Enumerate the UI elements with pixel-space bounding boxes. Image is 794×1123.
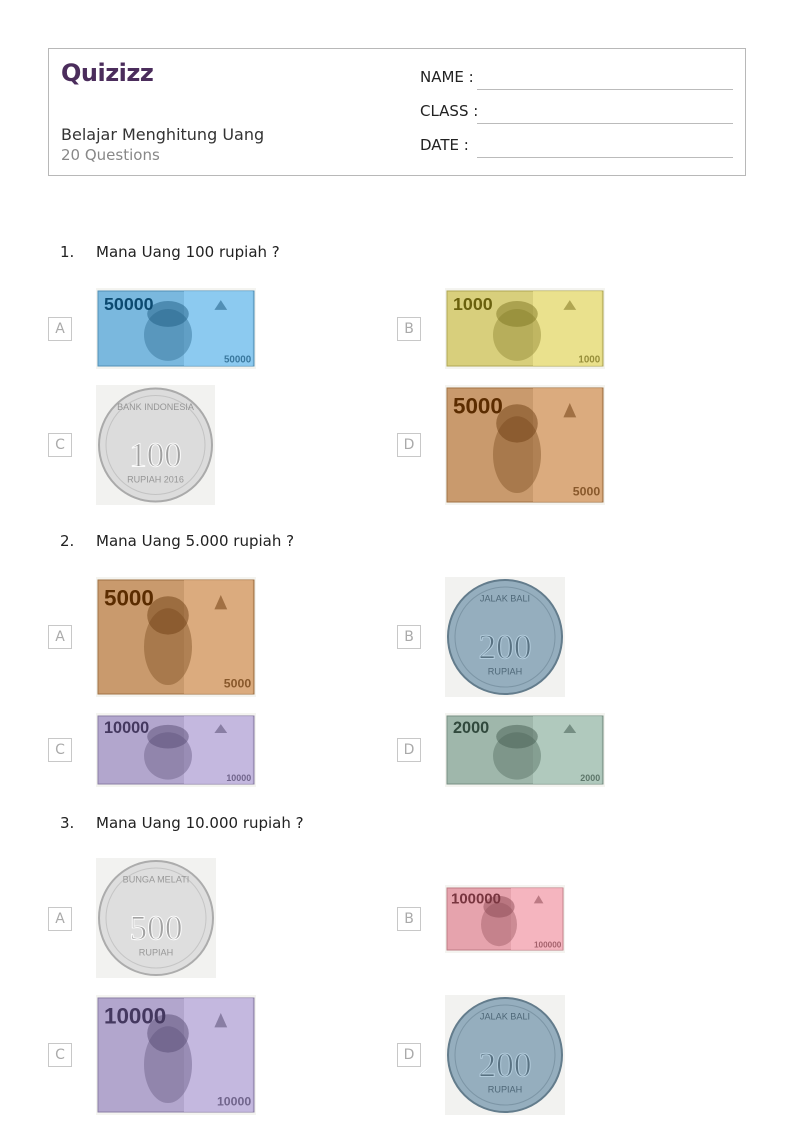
q3-option-d-letter[interactable]: D [397,1043,421,1067]
portrait-hair [147,724,189,749]
q2-option-b-letter[interactable]: B [397,625,421,649]
banknote-illustration: 50000 50000 [96,288,256,369]
coin-illustration: JALAK BALI 200RUPIAH [445,995,565,1115]
coin-denomination: 200 [479,628,532,667]
note-denomination-small: 5000 [573,484,601,498]
q2-option-d-image[interactable]: 2000 2000 [445,713,605,787]
q2-option-a-image[interactable]: 5000 5000 [96,577,256,697]
quizizz-logo: Quizizz [61,59,154,87]
name-field[interactable]: NAME : [420,68,733,90]
banknote-illustration: 10000 10000 [96,713,256,787]
q3-option-b-image[interactable]: 100000 100000 [445,885,565,953]
date-line[interactable] [477,157,733,158]
note-denomination-small: 1000 [578,355,600,366]
portrait-hair [496,724,538,749]
note-denomination: 10000 [104,719,149,737]
note-denomination: 100000 [451,890,501,907]
coin-denomination: 100 [129,435,182,474]
note-denomination-small: 100000 [534,941,562,950]
banknote-illustration: 10000 10000 [96,995,256,1115]
class-label: CLASS : [420,102,479,120]
q1-option-d-image[interactable]: 5000 5000 [445,385,605,505]
coin-illustration: JALAK BALI 200RUPIAH [445,577,565,697]
question-3-text: Mana Uang 10.000 rupiah ? [96,814,304,832]
note-denomination-small: 50000 [224,355,252,366]
coin-denomination: 500 [130,909,183,948]
q2-option-c-letter[interactable]: C [48,738,72,762]
q1-option-b-letter[interactable]: B [397,317,421,341]
coin-bottom-text: RUPIAH [488,1085,522,1095]
question-1-number: 1. [60,243,75,261]
q1-option-c-letter[interactable]: C [48,433,72,457]
q2-option-b-image[interactable]: JALAK BALI 200 RUPIAH [445,577,565,697]
q2-option-a-letter[interactable]: A [48,625,72,649]
coin-top-text: JALAK BALI [480,594,530,604]
q1-option-a-image[interactable]: 50000 50000 [96,288,256,369]
note-denomination: 50000 [104,294,154,314]
q1-option-a-letter[interactable]: A [48,317,72,341]
q2-option-d-letter[interactable]: D [397,738,421,762]
note-denomination: 5000 [453,393,503,418]
q3-option-d-image[interactable]: JALAK BALI 200 RUPIAH [445,995,565,1115]
question-2-text: Mana Uang 5.000 rupiah ? [96,532,295,550]
question-count: 20 Questions [61,146,160,164]
question-3-number: 3. [60,814,75,832]
banknote-illustration: 2000 2000 [445,713,605,787]
coin-top-text: BUNGA MELATI [123,875,190,885]
note-denomination-small: 2000 [580,773,600,783]
coin-illustration: BANK INDONESIA 100RUPIAH 2016 [96,385,215,505]
note-denomination: 5000 [104,585,154,610]
note-denomination: 2000 [453,719,489,737]
q1-option-b-image[interactable]: 1000 1000 [445,288,605,369]
q3-option-a-image[interactable]: BUNGA MELATI 500 RUPIAH [96,858,216,978]
portrait-hair [496,300,538,327]
q1-option-d-letter[interactable]: D [397,433,421,457]
note-denomination-small: 10000 [217,1094,251,1108]
note-denomination-small: 5000 [224,676,252,690]
class-field[interactable]: CLASS : [420,102,733,124]
note-denomination-small: 10000 [226,773,251,783]
q3-option-c-image[interactable]: 10000 10000 [96,995,256,1115]
coin-denomination: 200 [479,1046,532,1085]
note-denomination: 10000 [104,1003,166,1028]
question-1-text: Mana Uang 100 rupiah ? [96,243,280,261]
worksheet-title: Belajar Menghitung Uang [61,125,265,144]
banknote-illustration: 100000 100000 [445,885,565,953]
banknote-illustration: 1000 1000 [445,288,605,369]
coin-bottom-text: RUPIAH 2016 [127,474,184,484]
date-label: DATE : [420,136,469,154]
q1-option-c-image[interactable]: BANK INDONESIA 100 RUPIAH 2016 [96,385,215,505]
banknote-illustration: 5000 5000 [445,385,605,505]
q2-option-c-image[interactable]: 10000 10000 [96,713,256,787]
name-label: NAME : [420,68,474,86]
q3-option-b-letter[interactable]: B [397,907,421,931]
coin-top-text: JALAK BALI [480,1012,530,1022]
coin-bottom-text: RUPIAH [139,948,173,958]
banknote-illustration: 5000 5000 [96,577,256,697]
coin-illustration: BUNGA MELATI 500RUPIAH [96,858,216,978]
coin-top-text: BANK INDONESIA [117,402,194,412]
worksheet-header: Quizizz Belajar Menghitung Uang 20 Quest… [48,48,746,176]
date-field[interactable]: DATE : [420,136,733,158]
class-line[interactable] [477,123,733,124]
question-2-number: 2. [60,532,75,550]
coin-bottom-text: RUPIAH [488,667,522,677]
q3-option-a-letter[interactable]: A [48,907,72,931]
q3-option-c-letter[interactable]: C [48,1043,72,1067]
name-line[interactable] [477,89,733,90]
note-denomination: 1000 [453,294,493,314]
